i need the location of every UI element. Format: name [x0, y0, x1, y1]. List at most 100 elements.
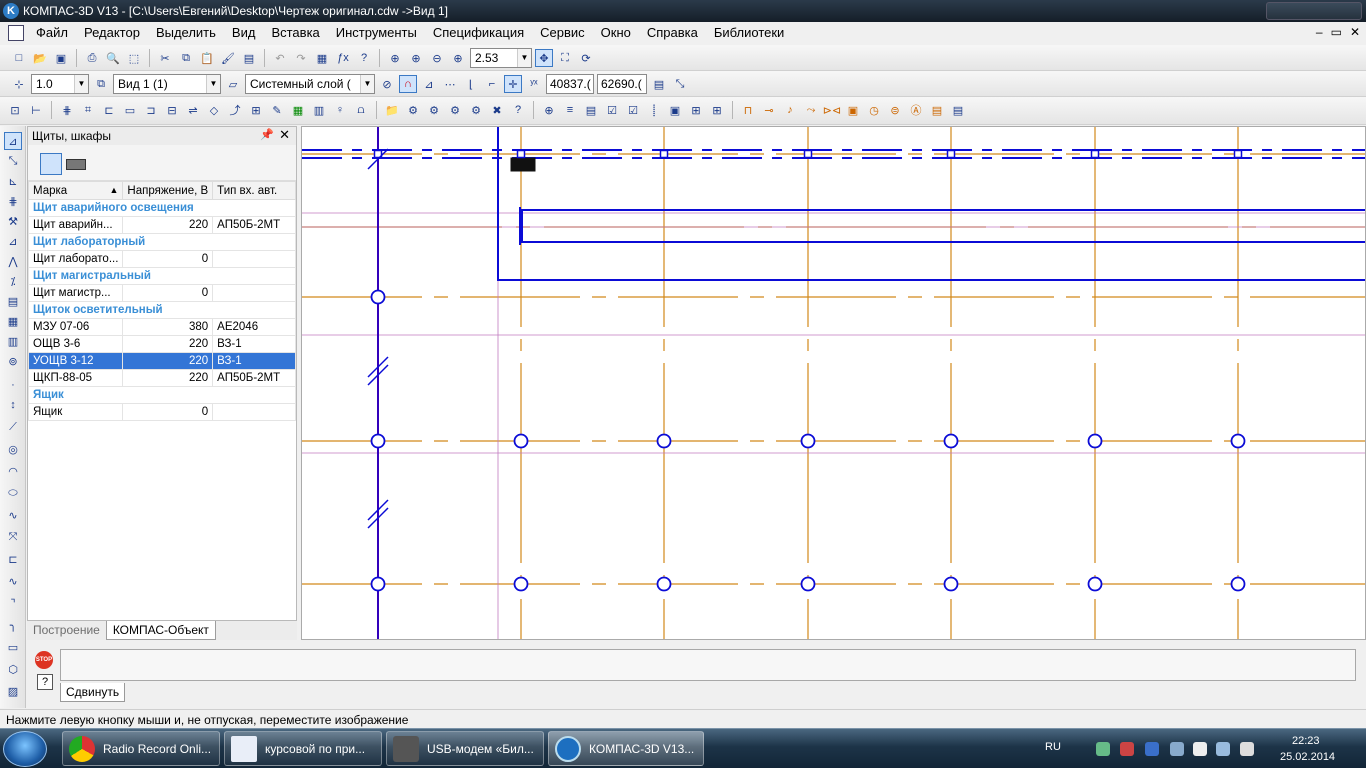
- panel-view-icon[interactable]: [66, 159, 86, 170]
- menu-insert[interactable]: Вставка: [263, 22, 327, 44]
- group-row[interactable]: Щит лабораторный: [28, 233, 296, 251]
- palette-measure-icon[interactable]: ⊿: [4, 232, 22, 250]
- network-tray-icon[interactable]: [1096, 742, 1110, 756]
- el-switch-icon[interactable]: ⊸: [760, 101, 778, 119]
- cursor-coords-icon[interactable]: ✛: [504, 75, 522, 93]
- checklist-icon[interactable]: ☑: [603, 101, 621, 119]
- view-state-icon[interactable]: ⧉: [92, 75, 110, 93]
- diamond-tool-icon[interactable]: ◇: [205, 101, 223, 119]
- document-icon[interactable]: [8, 25, 24, 41]
- clock-date[interactable]: 25.02.2014: [1280, 751, 1335, 763]
- el-clock-icon[interactable]: ◷: [865, 101, 883, 119]
- library-equipment-icon[interactable]: ⚙: [467, 101, 485, 119]
- step-cursor-icon[interactable]: ⊹: [10, 75, 28, 93]
- mdi-close-icon[interactable]: ✕: [1350, 25, 1360, 39]
- show-all-icon[interactable]: ⛶: [556, 49, 574, 67]
- volume-tray-icon[interactable]: [1240, 742, 1254, 756]
- print-icon[interactable]: ⎙: [83, 49, 101, 67]
- table-row[interactable]: Щит аварийн... 220 АП50Б-2МТ: [27, 216, 296, 234]
- drawing-canvas[interactable]: [301, 126, 1366, 640]
- door-tool-icon[interactable]: ⊐: [142, 101, 160, 119]
- mdi-restore-icon[interactable]: ▭: [1331, 25, 1342, 39]
- window-controls[interactable]: [1266, 2, 1362, 20]
- report-tool-icon[interactable]: ▥: [310, 101, 328, 119]
- pan-icon[interactable]: ✥: [535, 49, 553, 67]
- lamp-tool-icon[interactable]: ♀: [331, 101, 349, 119]
- spec-tool-icon[interactable]: ▦: [289, 101, 307, 119]
- geometry-tool-icon[interactable]: ⊡: [6, 101, 24, 119]
- palette-frag-icon[interactable]: ▥: [4, 332, 22, 350]
- clipboard-check-icon[interactable]: ☑: [624, 101, 642, 119]
- palette-param-icon[interactable]: ⚒: [4, 212, 22, 230]
- group-row[interactable]: Ящик: [28, 386, 296, 404]
- table-grid-icon[interactable]: ⊞: [708, 101, 726, 119]
- task-kompas[interactable]: КОМПАС-3D V13...: [548, 731, 704, 766]
- table-row[interactable]: УОЩВ 3-12 220 ВЗ-1: [27, 352, 296, 370]
- undo-icon[interactable]: ↶: [271, 49, 289, 67]
- column-header-voltage[interactable]: Напряжение, В: [122, 181, 214, 200]
- zoom-scale-icon[interactable]: ⊕: [449, 49, 467, 67]
- library-settings-icon[interactable]: ✖: [488, 101, 506, 119]
- round-icon[interactable]: ⌐: [483, 75, 501, 93]
- properties-icon[interactable]: ▤: [240, 49, 258, 67]
- devices-tray-icon[interactable]: [1193, 742, 1207, 756]
- table-row[interactable]: Щит лаборато... 0: [27, 250, 296, 268]
- multiline-icon[interactable]: ⊏: [4, 550, 22, 568]
- palette-symbol-icon[interactable]: ⊾: [4, 172, 22, 190]
- property-bar[interactable]: [60, 649, 1356, 681]
- library-wire-icon[interactable]: ⚙: [404, 101, 422, 119]
- pin-icon[interactable]: 📌: [260, 128, 274, 141]
- layer-combo[interactable]: Системный слой ( ▼: [245, 74, 375, 94]
- local-cs-icon[interactable]: ⊿: [420, 75, 438, 93]
- el-panel-icon[interactable]: ▤: [928, 101, 946, 119]
- palette-select-icon[interactable]: ⋀: [4, 252, 22, 270]
- rectangle-icon[interactable]: ▭: [4, 638, 22, 656]
- antivirus-tray-icon[interactable]: [1120, 742, 1134, 756]
- grid-tool-icon[interactable]: ⌗: [79, 101, 97, 119]
- menu-libraries[interactable]: Библиотеки: [706, 22, 792, 44]
- display-tray-icon[interactable]: [1216, 742, 1230, 756]
- mdi-minimize-icon[interactable]: –: [1316, 25, 1323, 39]
- function-icon[interactable]: ƒx: [334, 49, 352, 67]
- refresh-icon[interactable]: ⟳: [577, 49, 595, 67]
- segment-icon[interactable]: ⟋: [4, 418, 22, 436]
- table-row[interactable]: МЗУ 07-06 380 АЕ2046: [27, 318, 296, 336]
- table-row[interactable]: ОЩВ 3-6 220 ВЗ-1: [27, 335, 296, 353]
- task-modem[interactable]: USB-модем «Бил...: [386, 731, 544, 766]
- palette-dimension-icon[interactable]: ⤡: [4, 152, 22, 170]
- menu-view[interactable]: Вид: [224, 22, 264, 44]
- rail-tool-icon[interactable]: ⩍: [352, 101, 370, 119]
- tab-kompas-object[interactable]: КОМПАС-Объект: [105, 621, 216, 640]
- el-fuse-icon[interactable]: ⊳⊲: [823, 101, 841, 119]
- palette-edit-icon[interactable]: ⋕: [4, 192, 22, 210]
- usb-tray-icon[interactable]: [1170, 742, 1184, 756]
- dropdown-arrow-icon[interactable]: ▼: [360, 75, 374, 93]
- dropdown-arrow-icon[interactable]: ▼: [206, 75, 220, 93]
- coord-y-field[interactable]: 62690.(: [597, 74, 647, 94]
- dropdown-arrow-icon[interactable]: ▼: [517, 49, 531, 67]
- zoom-out-icon[interactable]: ⊖: [428, 49, 446, 67]
- fillet-icon[interactable]: ╮: [4, 616, 22, 634]
- library-cable-icon[interactable]: ⚙: [425, 101, 443, 119]
- palette-report-icon[interactable]: ▦: [4, 312, 22, 330]
- context-help-icon[interactable]: ?: [355, 49, 373, 67]
- task-word[interactable]: курсовой по при...: [224, 731, 382, 766]
- grid-icon[interactable]: ⋯: [441, 75, 459, 93]
- dropdown-arrow-icon[interactable]: ▼: [74, 75, 88, 93]
- zoom-icon[interactable]: ⊕: [386, 49, 404, 67]
- select-icon[interactable]: ⬚: [125, 49, 143, 67]
- stop-icon[interactable]: STOP: [35, 651, 53, 669]
- copy-icon[interactable]: ⧉: [177, 49, 195, 67]
- chamfer-icon[interactable]: ⌝: [4, 594, 22, 612]
- library-manager-icon[interactable]: 📁: [383, 101, 401, 119]
- group-row[interactable]: Щит аварийного освещения: [28, 199, 296, 217]
- view-combo[interactable]: Вид 1 (1) ▼: [113, 74, 221, 94]
- menu-editor[interactable]: Редактор: [76, 22, 148, 44]
- save-icon[interactable]: ▣: [52, 49, 70, 67]
- el-a-icon[interactable]: Ⓐ: [907, 101, 925, 119]
- el-ground-icon[interactable]: ⊜: [886, 101, 904, 119]
- list-view-icon[interactable]: [40, 153, 62, 175]
- reference-icon[interactable]: ⊘: [378, 75, 396, 93]
- circle-icon[interactable]: ◎: [4, 440, 22, 458]
- library-help-icon[interactable]: ?: [509, 101, 527, 119]
